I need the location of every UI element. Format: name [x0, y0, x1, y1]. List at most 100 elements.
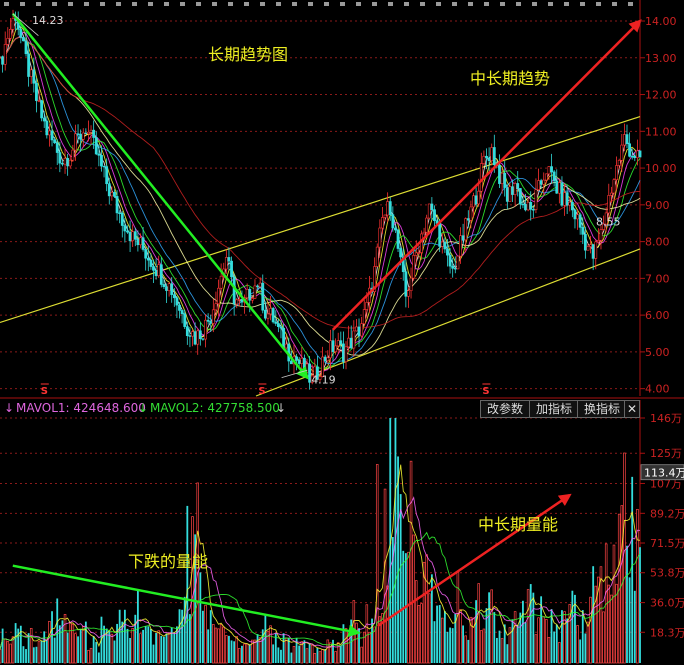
candle-body	[412, 255, 416, 279]
candle-body	[573, 209, 577, 220]
candle-body	[422, 231, 426, 235]
volume-bar	[22, 646, 25, 663]
volume-bar	[241, 645, 243, 663]
candle-body	[45, 120, 49, 136]
candle-body	[253, 285, 257, 299]
down-trend-arrow	[11, 12, 309, 380]
top-ruler-mark	[548, 2, 553, 6]
volume-bar	[58, 625, 61, 663]
candle-body	[279, 326, 283, 329]
candle-body	[500, 172, 504, 184]
volume-bar	[373, 626, 376, 664]
candle-body	[37, 100, 41, 102]
volume-bar	[334, 651, 337, 664]
candle-body	[193, 331, 197, 345]
volume-bar	[129, 638, 131, 663]
candle-body	[141, 237, 145, 250]
candle-body	[542, 179, 546, 185]
candle-body	[66, 158, 70, 167]
candle-body	[295, 356, 298, 361]
volume-bar	[97, 652, 100, 663]
volume-bar	[256, 634, 259, 663]
volume-bar	[344, 628, 348, 664]
volume-bar	[284, 637, 288, 664]
candle-body	[472, 195, 475, 208]
candle-body	[407, 290, 410, 297]
candle-body	[565, 192, 569, 206]
add-indicator-button[interactable]: 加指标	[529, 400, 579, 418]
mavol1-legend: MAVOL1: 424648.600	[16, 401, 146, 415]
top-ruler-mark	[244, 2, 249, 6]
volume-bar	[79, 629, 82, 663]
candle-body	[185, 326, 189, 336]
volume-bar	[228, 635, 230, 663]
top-ruler-mark	[468, 2, 473, 6]
volume-bar	[35, 646, 38, 663]
volume-bar	[428, 593, 431, 664]
candle-body	[537, 180, 540, 190]
candle-body	[266, 313, 270, 319]
candle-body	[490, 147, 494, 162]
volume-bar	[553, 631, 556, 663]
volume-bar	[516, 624, 519, 663]
sell-signal-marker: S	[41, 386, 48, 397]
candle-body	[417, 252, 421, 254]
close-indicator-button[interactable]: ✕	[624, 400, 640, 418]
candle-body	[628, 143, 631, 157]
candle-body	[224, 257, 228, 270]
volume-bar	[43, 631, 46, 663]
sell-signal-marker: S	[258, 386, 265, 397]
candle-body	[394, 227, 397, 231]
candle-body	[248, 289, 252, 301]
top-ruler-mark	[596, 2, 601, 6]
volume-bar	[576, 625, 579, 664]
candle-body	[620, 144, 624, 161]
volume-bar	[589, 596, 592, 664]
candle-body	[555, 180, 559, 194]
candle-body	[425, 217, 429, 233]
candle-body	[201, 338, 205, 340]
top-ruler-mark	[452, 2, 457, 6]
volume-bar	[417, 605, 421, 664]
candle-body	[391, 214, 395, 229]
candle-body	[227, 257, 231, 262]
candle-body	[209, 321, 213, 324]
candle-body	[196, 330, 200, 345]
switch-indicator-button[interactable]: 换指标	[577, 400, 627, 418]
volume-bar	[235, 636, 239, 664]
candle-body	[594, 241, 598, 259]
top-ruler-mark	[516, 2, 521, 6]
candle-body	[599, 229, 603, 241]
candle-body	[568, 201, 572, 206]
volume-bar	[303, 640, 306, 663]
candle-body	[3, 44, 7, 65]
candle-body	[453, 268, 457, 270]
candle-body	[485, 155, 488, 159]
candle-body	[79, 133, 83, 140]
candle-body	[217, 287, 220, 305]
volume-bar	[383, 488, 387, 664]
candle-body	[100, 155, 103, 167]
candle-body	[635, 150, 639, 159]
volume-bar	[443, 611, 446, 663]
candle-body	[136, 238, 140, 246]
volume-bar	[136, 590, 139, 663]
volume-bar	[500, 638, 504, 664]
candle-body	[552, 171, 556, 182]
candle-body	[477, 190, 481, 205]
volume-bar	[6, 641, 10, 664]
candle-body	[271, 308, 275, 323]
volume-bar	[118, 609, 121, 663]
volume-bar	[48, 620, 51, 664]
volume-bar	[532, 592, 535, 663]
volume-bar	[272, 644, 275, 663]
edit-params-button[interactable]: 改参数	[480, 400, 530, 418]
volume-bar	[493, 612, 496, 663]
candle-body	[622, 134, 626, 146]
candle-body	[115, 196, 119, 214]
volume-bar	[157, 630, 160, 664]
top-ruler-mark	[580, 2, 585, 6]
candle-body	[539, 180, 543, 185]
candle-body	[617, 160, 621, 166]
volume-bar	[412, 534, 415, 664]
